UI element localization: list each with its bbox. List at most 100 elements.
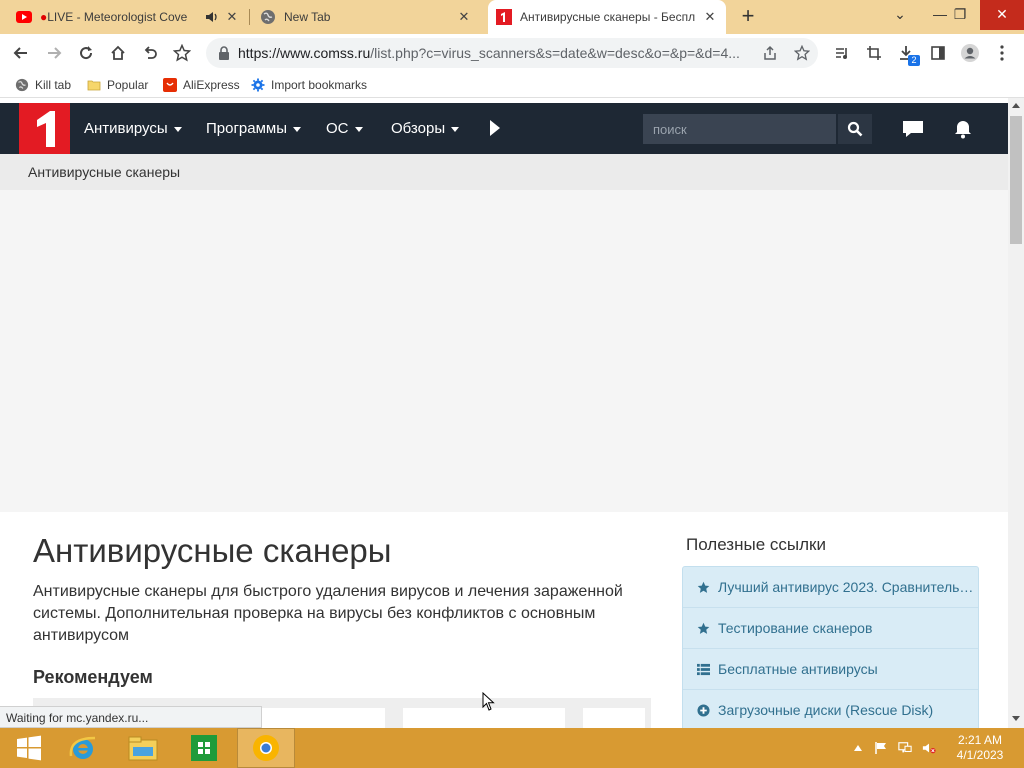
page-scrollbar[interactable] (1008, 98, 1024, 728)
site-search-input[interactable] (643, 114, 836, 144)
comss-logo[interactable] (19, 103, 70, 154)
comss-logo-icon (496, 9, 512, 25)
sidebar-link-best-antivirus[interactable]: Лучший антивирус 2023. Сравнительный (683, 567, 978, 608)
bookmark-label: Popular (107, 78, 149, 92)
status-bubble: Waiting for mc.yandex.ru... (0, 706, 262, 728)
volume-muted-icon[interactable] (922, 741, 936, 755)
tab-title: Антивирусные сканеры - Беспл (520, 10, 696, 24)
list-icon (696, 662, 710, 676)
youtube-icon (16, 9, 32, 25)
chat-icon[interactable] (901, 117, 925, 141)
back-icon[interactable] (9, 41, 33, 65)
scrollbar-thumb[interactable] (1010, 116, 1022, 244)
bell-icon[interactable] (951, 117, 975, 141)
nav-label: Обзоры (391, 120, 446, 137)
page-title: Антивирусные сканеры (33, 532, 392, 569)
bookmark-page-star-icon[interactable] (793, 44, 811, 62)
globe-icon (15, 78, 29, 92)
reload-icon[interactable] (74, 41, 98, 65)
reading-list-icon[interactable] (830, 41, 854, 65)
bookmark-aliexpress[interactable]: AliExpress (163, 76, 240, 94)
nav-label: ОС (326, 120, 349, 137)
menu-kebab-icon[interactable] (990, 41, 1014, 65)
tab-new-tab[interactable]: New Tab ✕ (252, 0, 480, 34)
caret-down-icon (293, 126, 302, 132)
site-header: Антивирусы Программы ОС Обзоры (0, 103, 1008, 154)
sidebar-link-label: Загрузочные диски (Rescue Disk) (718, 702, 934, 718)
url-path: /list.php?c=virus_scanners&s=date&w=desc… (370, 45, 740, 61)
windows-taskbar: 2:21 AM 4/1/2023 (0, 728, 1024, 768)
nav-programs[interactable]: Программы (206, 120, 302, 137)
bookmark-star-icon[interactable] (170, 41, 194, 65)
bookmark-label: Kill tab (35, 78, 72, 92)
globe-icon (260, 9, 276, 25)
url-host: https://www.comss.ru (238, 45, 371, 61)
window-close-button[interactable]: ✕ (980, 0, 1024, 30)
tab-separator (249, 9, 250, 25)
ad-placeholder (0, 190, 1008, 512)
sidebar-title: Полезные ссылки (686, 535, 826, 554)
tab-strip: ●LIVE - Meteorologist Cove ✕ New Tab ✕ А… (0, 0, 1024, 34)
breadcrumb-bar: Антивирусные сканеры (0, 154, 1008, 190)
maximize-button[interactable]: ❐ (940, 0, 980, 30)
home-icon[interactable] (106, 41, 130, 65)
bookmark-folder-popular[interactable]: Popular (87, 76, 148, 94)
bookmark-kill-tab[interactable]: Kill tab (15, 76, 71, 94)
address-bar[interactable]: https://www.comss.ru/list.php?c=virus_sc… (206, 38, 818, 68)
taskbar-clock[interactable]: 2:21 AM 4/1/2023 (948, 733, 1012, 763)
sidebar-link-scanner-tests[interactable]: Тестирование сканеров (683, 608, 978, 649)
bookmark-import[interactable]: Import bookmarks (251, 76, 367, 94)
forward-icon[interactable] (42, 41, 66, 65)
internet-explorer-icon[interactable] (54, 728, 112, 768)
nav-os[interactable]: ОС (326, 120, 363, 137)
recommend-heading: Рекомендуем (33, 667, 153, 687)
chrome-canary-icon[interactable] (237, 728, 295, 768)
undo-icon[interactable] (138, 41, 162, 65)
nav-more-arrow-icon[interactable] (490, 120, 500, 136)
page-viewport: Антивирусы Программы ОС Обзоры Антивирус… (0, 98, 1024, 728)
search-button[interactable] (838, 114, 872, 144)
scroll-down-arrow-icon[interactable] (1012, 716, 1020, 721)
sidebar-link-label: Тестирование сканеров (718, 620, 873, 636)
tab-comss-active[interactable]: Антивирусные сканеры - Беспл ✕ (488, 0, 726, 34)
new-tab-button[interactable]: + (736, 5, 760, 29)
url-text[interactable]: https://www.comss.ru/list.php?c=virus_sc… (238, 45, 758, 61)
bookmark-label: Import bookmarks (271, 78, 368, 92)
tab-close-icon[interactable]: ✕ (456, 9, 472, 25)
bookmarks-bar: Kill tab Popular AliExpress Import bookm… (0, 72, 1024, 98)
side-panel-icon[interactable] (926, 41, 950, 65)
tray-expand-arrow-icon[interactable] (851, 741, 865, 755)
store-icon[interactable] (175, 728, 233, 768)
page-description: Антивирусные сканеры для быстрого удален… (33, 583, 623, 644)
share-icon[interactable] (761, 44, 779, 62)
action-center-flag-icon[interactable] (874, 741, 888, 755)
nav-antivirus[interactable]: Антивирусы (84, 120, 182, 137)
mouse-cursor-icon (482, 691, 496, 712)
tab-close-icon[interactable]: ✕ (224, 9, 240, 25)
caret-down-icon (354, 126, 363, 132)
search-icon (847, 121, 863, 137)
speaker-icon[interactable] (204, 9, 220, 25)
network-icon[interactable] (898, 741, 912, 755)
profile-avatar-icon[interactable] (958, 41, 982, 65)
downloads-badge: 2 (908, 55, 920, 66)
folder-icon (87, 78, 101, 92)
sidebar-link-free-antivirus[interactable]: Бесплатные антивирусы (683, 649, 978, 690)
nav-reviews[interactable]: Обзоры (391, 120, 460, 137)
breadcrumb[interactable]: Антивирусные сканеры (28, 164, 180, 180)
gear-icon (251, 78, 265, 92)
scroll-up-arrow-icon[interactable] (1012, 103, 1020, 108)
tab-close-icon[interactable]: ✕ (702, 9, 718, 25)
lock-icon[interactable] (216, 45, 232, 61)
clock-date: 4/1/2023 (956, 748, 1004, 762)
sidebar-link-rescue-disk[interactable]: Загрузочные диски (Rescue Disk) (683, 690, 978, 728)
file-explorer-icon[interactable] (114, 728, 172, 768)
start-icon[interactable] (0, 728, 58, 768)
tab-youtube-live[interactable]: ●LIVE - Meteorologist Cove ✕ (8, 0, 248, 34)
star-icon (696, 580, 710, 594)
crop-icon[interactable] (862, 41, 886, 65)
tab-search-button[interactable]: ⌄ (880, 0, 920, 30)
recommend-card[interactable] (583, 708, 645, 728)
sidebar-link-label: Лучший антивирус 2023. Сравнительный (718, 579, 978, 595)
tab-title: LIVE - Meteorologist Cove (47, 10, 188, 24)
